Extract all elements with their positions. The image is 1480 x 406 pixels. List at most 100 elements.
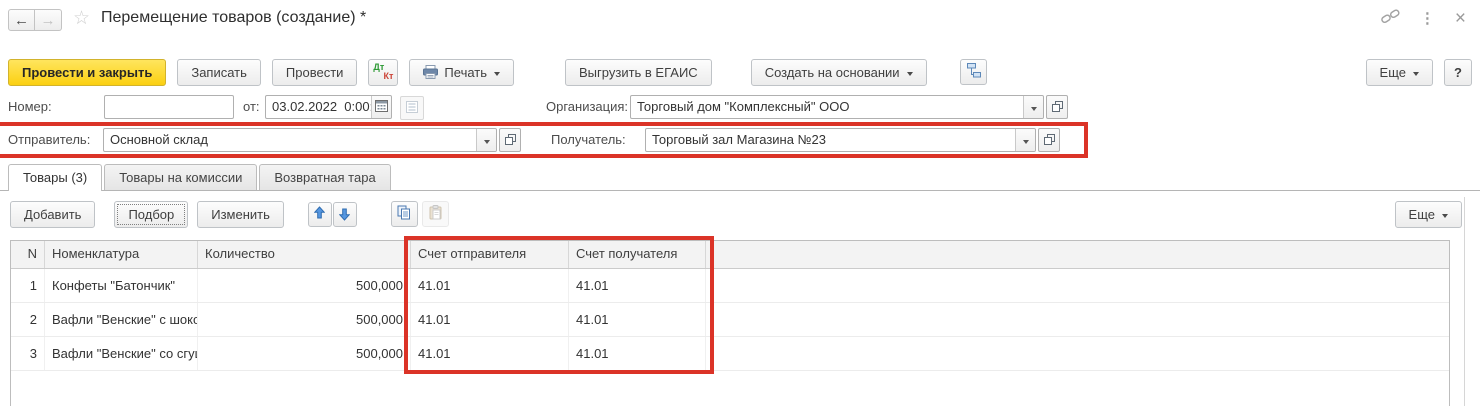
sender-value[interactable]: Основной склад bbox=[104, 129, 476, 151]
printer-icon bbox=[423, 65, 438, 79]
cell-item[interactable]: Вафли "Венские" с шоколадом bbox=[45, 303, 198, 336]
organization-label: Организация: bbox=[546, 95, 628, 119]
tab-returnable-packaging[interactable]: Возвратная тара bbox=[259, 164, 390, 190]
chevron-down-icon bbox=[484, 140, 490, 144]
table-toolbar: Добавить Подбор Изменить bbox=[10, 200, 1462, 228]
cell-n[interactable]: 2 bbox=[11, 303, 45, 336]
window-controls: ⋮ × bbox=[1381, 8, 1466, 28]
cell-item[interactable]: Конфеты "Батончик" bbox=[45, 269, 198, 302]
link-icon[interactable] bbox=[1381, 8, 1400, 28]
subordination-structure-button[interactable] bbox=[960, 59, 987, 85]
print-button[interactable]: Печать bbox=[409, 59, 514, 86]
create-based-on-button[interactable]: Создать на основании bbox=[751, 59, 927, 86]
cell-acc-sender[interactable]: 41.01 bbox=[411, 303, 569, 336]
help-button[interactable]: ? bbox=[1444, 59, 1472, 86]
favorite-star-icon[interactable]: ☆ bbox=[73, 7, 90, 30]
sender-label: Отправитель: bbox=[8, 128, 90, 152]
document-journal-button[interactable] bbox=[400, 96, 424, 120]
cell-acc-sender[interactable]: 41.01 bbox=[411, 337, 569, 370]
column-header-n[interactable]: N bbox=[11, 241, 45, 268]
dtkt-postings-button[interactable]: Дт Кт bbox=[368, 59, 398, 86]
more-label: Еще bbox=[1380, 65, 1406, 80]
chevron-down-icon bbox=[1031, 107, 1037, 111]
cell-qty[interactable]: 500,000 bbox=[198, 269, 411, 302]
table-header: N Номенклатура Количество Счет отправите… bbox=[11, 241, 1449, 269]
list-icon bbox=[406, 101, 418, 116]
back-button[interactable]: ← bbox=[8, 9, 35, 31]
window-topbar: ← → ☆ Перемещение товаров (создание) * ⋮… bbox=[0, 7, 1480, 33]
post-and-close-button[interactable]: Провести и закрыть bbox=[8, 59, 166, 86]
column-header-qty[interactable]: Количество bbox=[198, 241, 411, 268]
column-header-acc-sender[interactable]: Счет отправителя bbox=[411, 241, 569, 268]
forward-button[interactable]: → bbox=[35, 9, 62, 31]
organization-value[interactable]: Торговый дом "Комплексный" ООО bbox=[631, 96, 1023, 118]
more-button[interactable]: Еще bbox=[1366, 59, 1433, 86]
date-input[interactable]: 03.02.2022 0:00:00 bbox=[265, 95, 392, 119]
document-window: ← → ☆ Перемещение товаров (создание) * ⋮… bbox=[0, 0, 1480, 406]
calendar-icon bbox=[375, 100, 388, 115]
open-icon bbox=[1052, 100, 1063, 115]
date-value[interactable]: 03.02.2022 0:00:00 bbox=[266, 96, 371, 118]
move-down-button[interactable] bbox=[333, 202, 357, 227]
pick-button[interactable]: Подбор bbox=[114, 201, 188, 228]
open-icon bbox=[505, 133, 516, 148]
cell-acc-receiver[interactable]: 41.01 bbox=[569, 303, 706, 336]
number-label: Номер: bbox=[8, 95, 52, 119]
copy-button[interactable] bbox=[391, 201, 418, 227]
panel-edge-line bbox=[1464, 197, 1465, 406]
more-menu-icon[interactable]: ⋮ bbox=[1420, 9, 1435, 27]
table-more-button[interactable]: Еще bbox=[1395, 201, 1462, 228]
cell-n[interactable]: 1 bbox=[11, 269, 45, 302]
receiver-input[interactable]: Торговый зал Магазина №23 bbox=[645, 128, 1036, 152]
cell-n[interactable]: 3 bbox=[11, 337, 45, 370]
post-button[interactable]: Провести bbox=[272, 59, 358, 86]
chevron-down-icon bbox=[1413, 72, 1419, 76]
paste-button[interactable] bbox=[422, 201, 449, 227]
sender-dropdown-button[interactable] bbox=[476, 129, 496, 151]
receiver-dropdown-button[interactable] bbox=[1015, 129, 1035, 151]
receiver-label: Получатель: bbox=[551, 128, 626, 152]
move-up-button[interactable] bbox=[308, 202, 332, 227]
print-label: Печать bbox=[444, 65, 487, 80]
cell-qty[interactable]: 500,000 bbox=[198, 337, 411, 370]
cell-qty[interactable]: 500,000 bbox=[198, 303, 411, 336]
cell-acc-receiver[interactable]: 41.01 bbox=[569, 337, 706, 370]
items-table: N Номенклатура Количество Счет отправите… bbox=[10, 240, 1450, 406]
cell-acc-sender[interactable]: 41.01 bbox=[411, 269, 569, 302]
organization-field: Торговый дом "Комплексный" ООО bbox=[630, 95, 1068, 119]
add-row-button[interactable]: Добавить bbox=[10, 201, 95, 228]
tab-strip: Товары (3) Товары на комиссии Возвратная… bbox=[0, 164, 1480, 191]
table-row[interactable]: 3 Вафли "Венские" со сгущенн... 500,000 … bbox=[11, 337, 1449, 371]
date-field: 03.02.2022 0:00:00 bbox=[265, 95, 392, 119]
open-icon bbox=[1044, 133, 1055, 148]
organization-open-button[interactable] bbox=[1046, 95, 1068, 119]
arrow-down-icon bbox=[339, 208, 350, 221]
organization-input[interactable]: Торговый дом "Комплексный" ООО bbox=[630, 95, 1044, 119]
cell-item[interactable]: Вафли "Венские" со сгущенн... bbox=[45, 337, 198, 370]
cell-filler bbox=[706, 337, 1449, 370]
receiver-value[interactable]: Торговый зал Магазина №23 bbox=[646, 129, 1015, 151]
chevron-down-icon bbox=[494, 72, 500, 76]
number-input[interactable] bbox=[104, 95, 234, 119]
sender-input[interactable]: Основной склад bbox=[103, 128, 497, 152]
cell-acc-receiver[interactable]: 41.01 bbox=[569, 269, 706, 302]
command-bar: Провести и закрыть Записать Провести Дт … bbox=[8, 58, 1472, 86]
calendar-button[interactable] bbox=[371, 96, 391, 118]
column-header-acc-receiver[interactable]: Счет получателя bbox=[569, 241, 706, 268]
move-row-buttons bbox=[308, 202, 357, 227]
dtkt-icon: Дт Кт bbox=[373, 62, 393, 82]
tab-commission-goods[interactable]: Товары на комиссии bbox=[104, 164, 257, 190]
column-header-item[interactable]: Номенклатура bbox=[45, 241, 198, 268]
receiver-open-button[interactable] bbox=[1038, 128, 1060, 152]
sender-open-button[interactable] bbox=[499, 128, 521, 152]
save-button[interactable]: Записать bbox=[177, 59, 261, 86]
table-row[interactable]: 2 Вафли "Венские" с шоколадом 500,000 41… bbox=[11, 303, 1449, 337]
copy-icon bbox=[397, 205, 411, 223]
upload-egais-button[interactable]: Выгрузить в ЕГАИС bbox=[565, 59, 712, 86]
table-row[interactable]: 1 Конфеты "Батончик" 500,000 41.01 41.01 bbox=[11, 269, 1449, 303]
arrow-up-icon bbox=[314, 206, 325, 222]
organization-dropdown-button[interactable] bbox=[1023, 96, 1043, 118]
close-icon[interactable]: × bbox=[1455, 9, 1466, 28]
edit-row-button[interactable]: Изменить bbox=[197, 201, 284, 228]
tab-goods[interactable]: Товары (3) bbox=[8, 164, 102, 191]
